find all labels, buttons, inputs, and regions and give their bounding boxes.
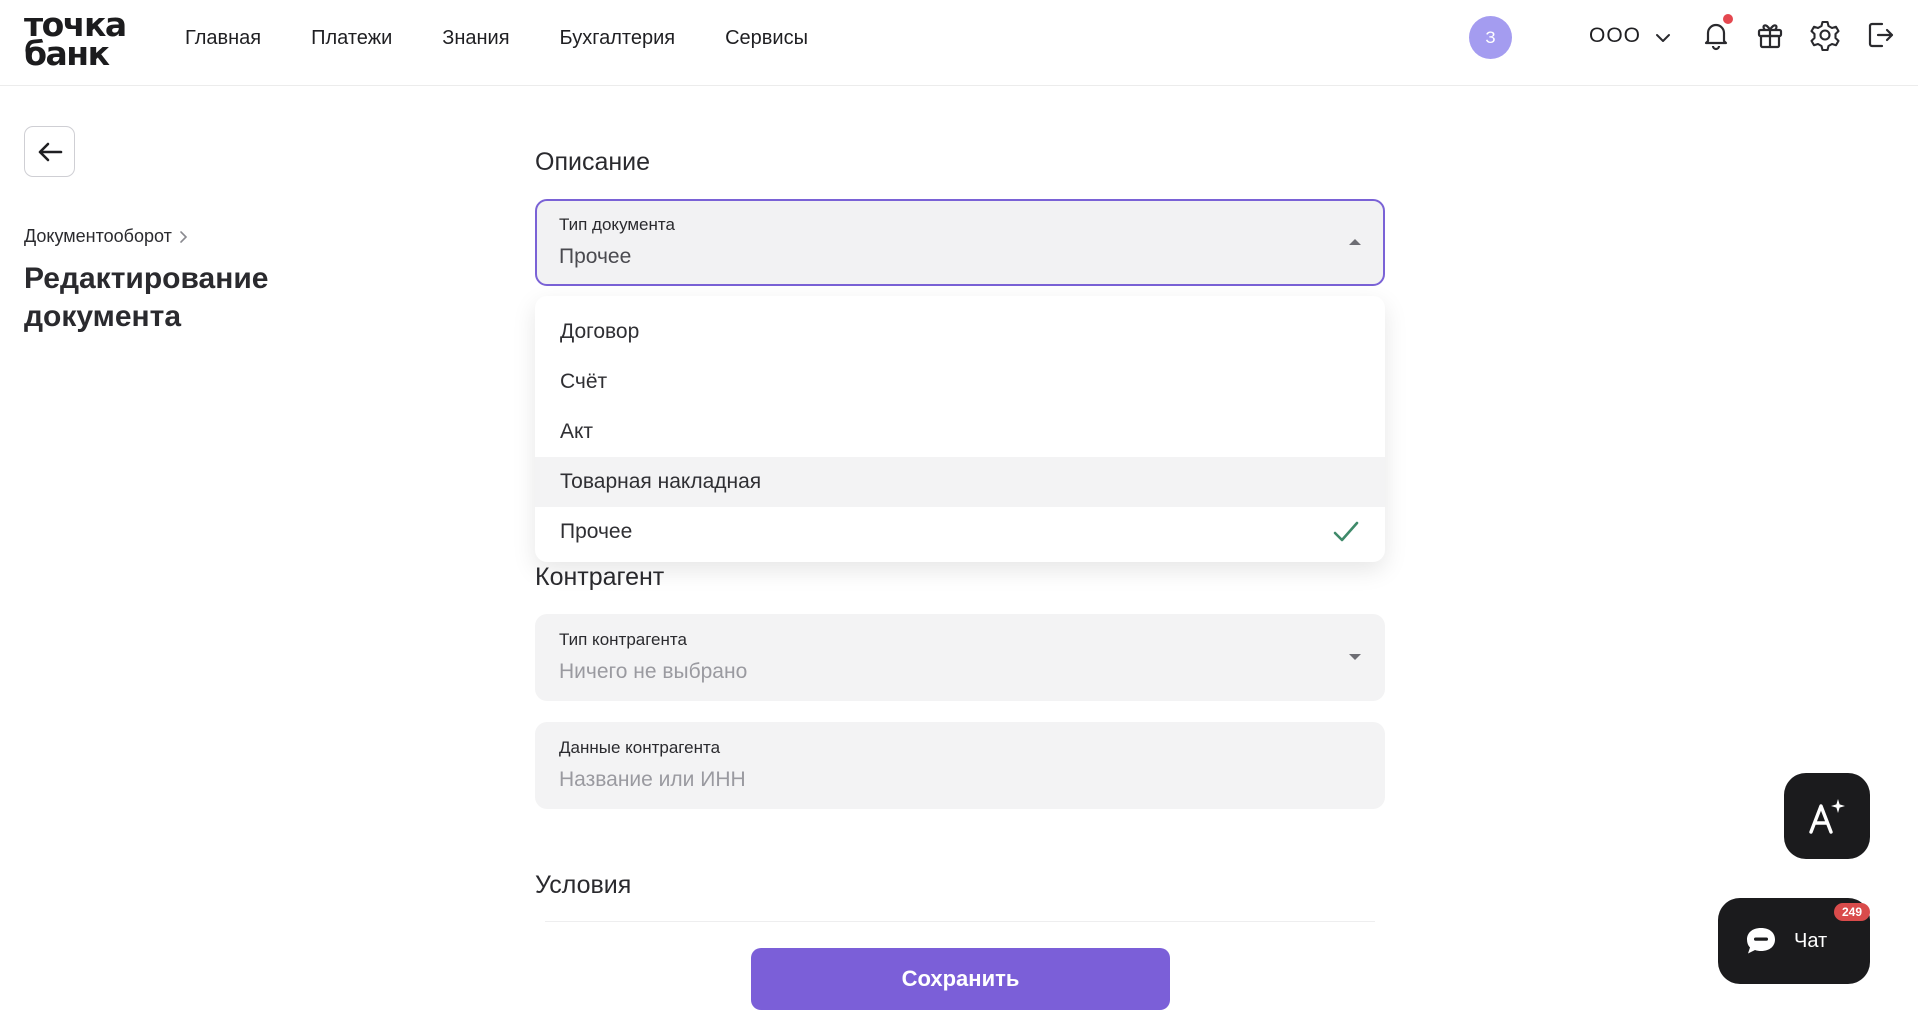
check-icon (1333, 521, 1359, 542)
doc-type-select[interactable]: Тип документа Прочее (535, 199, 1385, 286)
logout-icon[interactable] (1864, 18, 1898, 52)
nav-item-home[interactable]: Главная (185, 25, 261, 51)
dropdown-option-contract[interactable]: Договор (535, 307, 1385, 357)
page-title: Редактирование документа (24, 262, 269, 333)
dropdown-option-invoice[interactable]: Счёт (535, 357, 1385, 407)
breadcrumb-item[interactable]: Документооборот (24, 226, 172, 247)
section-title-counterparty: Контрагент (535, 563, 665, 591)
back-button[interactable] (24, 126, 75, 177)
dropdown-option-label: Прочее (560, 520, 633, 543)
counterparty-type-label: Тип контрагента (559, 630, 687, 649)
chat-bubble-icon (1747, 928, 1775, 954)
chevron-right-icon (180, 230, 187, 243)
section-title-description: Описание (535, 148, 651, 176)
top-header: точка банк Главная Платежи Знания Бухгал… (0, 0, 1918, 86)
counterparty-data-placeholder: Название или ИНН (559, 768, 746, 791)
doc-type-label: Тип документа (559, 215, 675, 234)
nav-item-accounting[interactable]: Бухгалтерия (560, 25, 676, 51)
dropdown-option-label: Счёт (560, 370, 608, 393)
doc-type-dropdown: Договор Счёт Акт Товарная накладная Проч… (535, 296, 1385, 562)
caret-down-icon (1349, 654, 1361, 660)
section-title-conditions: Условия (535, 871, 632, 899)
gear-icon[interactable] (1808, 18, 1842, 52)
gift-icon[interactable] (1753, 18, 1787, 52)
avatar[interactable]: З (1469, 16, 1512, 59)
chat-label: Чат (1794, 929, 1828, 952)
counterparty-data-label: Данные контрагента (559, 738, 721, 757)
dropdown-option-label: Акт (560, 420, 594, 443)
notification-dot (1723, 14, 1733, 24)
counterparty-type-select[interactable]: Тип контрагента Ничего не выбрано (535, 614, 1385, 701)
divider (545, 921, 1375, 922)
counterparty-type-placeholder: Ничего не выбрано (559, 660, 748, 683)
counterparty-data-input[interactable]: Данные контрагента Название или ИНН (535, 722, 1385, 809)
dropdown-option-waybill[interactable]: Товарная накладная (535, 457, 1385, 507)
dropdown-option-label: Товарная накладная (560, 470, 762, 493)
dropdown-option-act[interactable]: Акт (535, 407, 1385, 457)
doc-type-value: Прочее (559, 245, 632, 268)
breadcrumb[interactable]: Документооборот (24, 226, 188, 247)
caret-up-icon (1349, 239, 1361, 245)
nav-item-services[interactable]: Сервисы (725, 25, 808, 51)
arrow-left-icon (38, 142, 62, 161)
ai-sparkle-icon (1809, 799, 1845, 834)
save-button[interactable]: Сохранить (751, 948, 1170, 1010)
chat-badge: 249 (1834, 903, 1870, 921)
ai-assistant-button[interactable] (1784, 773, 1870, 859)
nav-item-knowledge[interactable]: Знания (442, 25, 509, 51)
dropdown-option-other[interactable]: Прочее (535, 507, 1385, 557)
dropdown-option-label: Договор (560, 320, 640, 343)
nav-item-payments[interactable]: Платежи (311, 25, 392, 51)
org-selector[interactable]: ООО (1589, 24, 1641, 48)
chevron-down-icon[interactable] (1654, 29, 1672, 47)
logo[interactable]: точка банк (24, 8, 127, 70)
main-nav: Главная Платежи Знания Бухгалтерия Серви… (185, 25, 858, 51)
